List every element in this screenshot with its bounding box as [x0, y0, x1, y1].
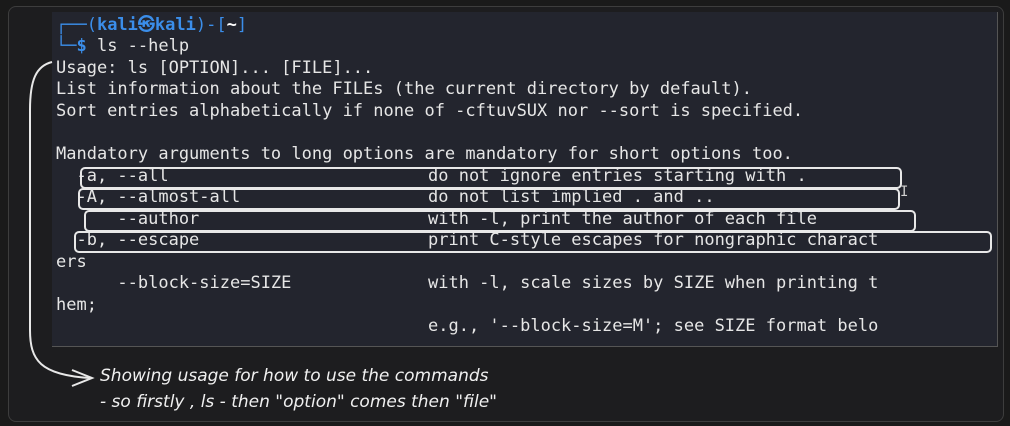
- annotation-arrow-icon: [29, 61, 95, 387]
- annotation-line-2: - so firstly , ls - then "option" comes …: [100, 392, 497, 412]
- annotation-line-1: Showing usage for how to use the command…: [100, 366, 489, 386]
